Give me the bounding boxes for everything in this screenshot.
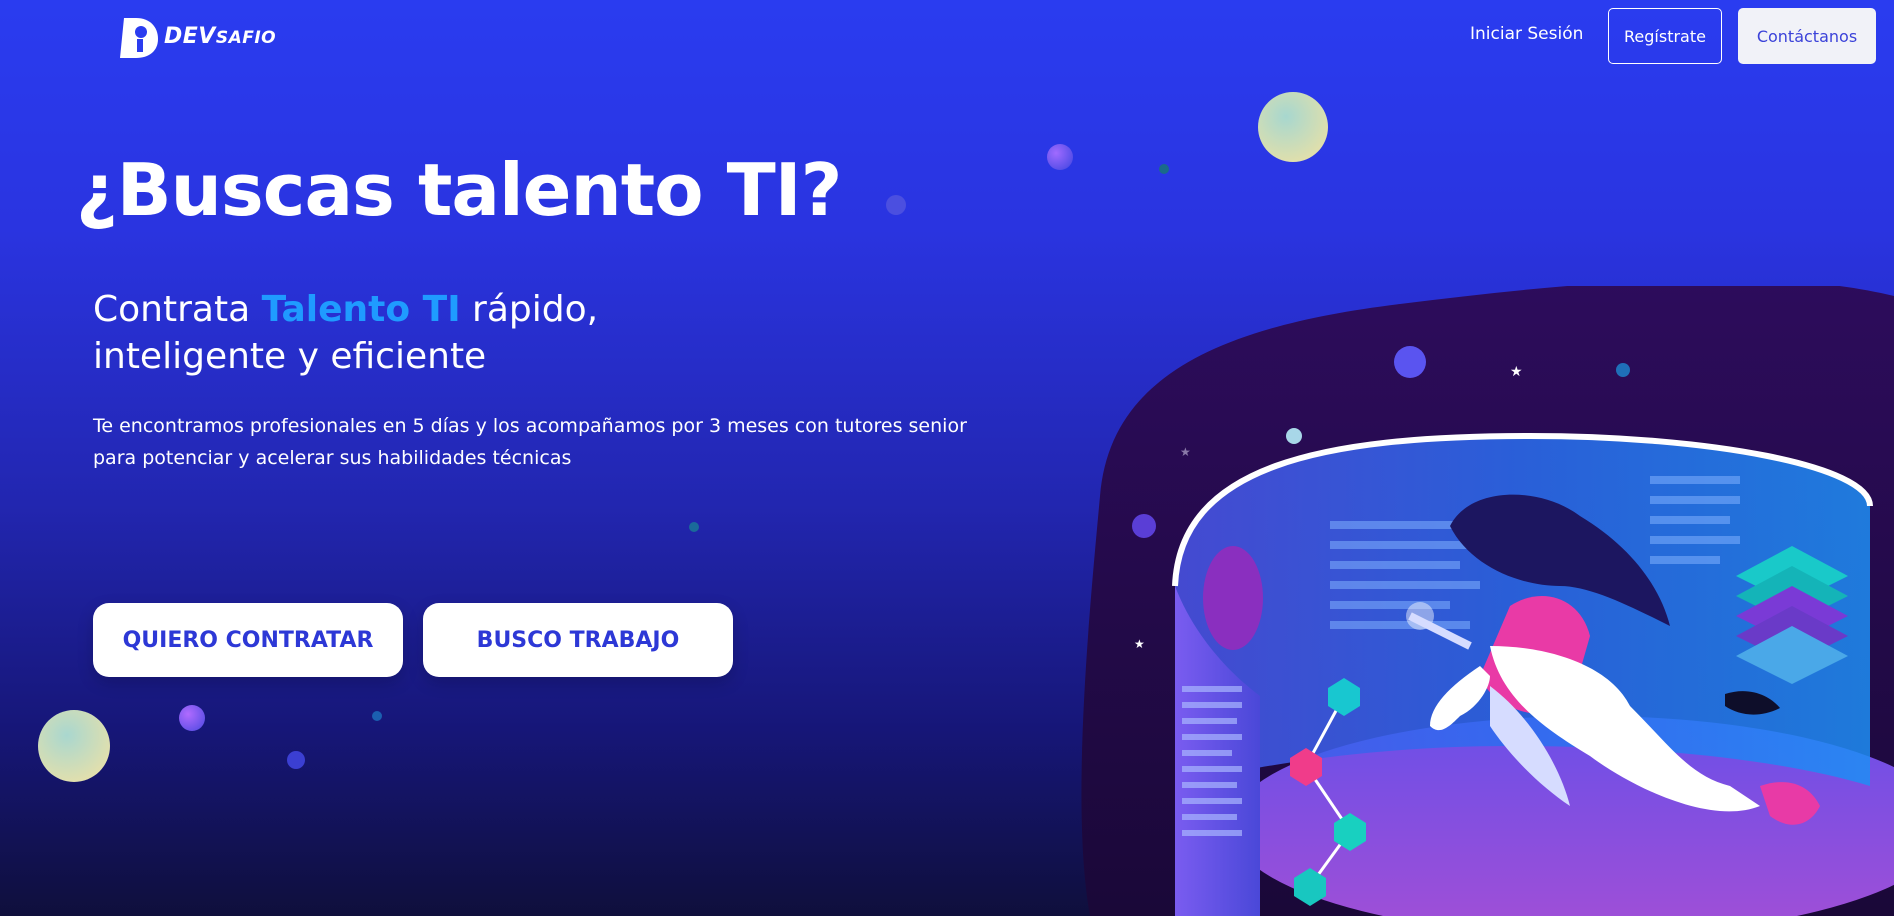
svg-text:★: ★	[1180, 445, 1191, 459]
logo-text: DEVSAFIO	[164, 23, 277, 49]
find-job-button[interactable]: BUSCO TRABAJO	[423, 603, 733, 677]
orb-dot	[886, 195, 906, 215]
hire-button[interactable]: QUIERO CONTRATAR	[93, 603, 403, 677]
planet-circle	[1258, 92, 1328, 162]
orb-dot	[372, 711, 382, 721]
svg-text:★: ★	[1510, 364, 1523, 380]
orb-dot	[179, 705, 205, 731]
orb-dot	[287, 751, 305, 769]
orb-dot	[689, 522, 699, 532]
hero-title: ¿Buscas talento TI?	[76, 148, 842, 232]
hero-description: Te encontramos profesionales en 5 días y…	[93, 415, 967, 469]
login-link[interactable]: Iniciar Sesión	[1470, 24, 1583, 44]
orb-dot	[1047, 144, 1073, 170]
svg-text:★: ★	[1134, 637, 1145, 651]
woman-floating-in-data-cylinder-illustration: ★ ★ ★	[1081, 286, 1894, 916]
logo[interactable]: DEVSAFIO	[116, 12, 276, 60]
hero-subtitle: Contrata Talento TI rápido, inteligente y…	[93, 289, 599, 377]
orb-dot	[1159, 164, 1169, 174]
devsafio-logo-icon	[120, 18, 158, 58]
planet-circle	[38, 710, 110, 782]
register-button[interactable]: Regístrate	[1608, 8, 1722, 64]
hero-subtitle-accent: Talento TI	[261, 289, 461, 330]
contact-button[interactable]: Contáctanos	[1738, 8, 1876, 64]
site-header: DEVSAFIO Iniciar Sesión Regístrate Contá…	[0, 0, 1894, 72]
